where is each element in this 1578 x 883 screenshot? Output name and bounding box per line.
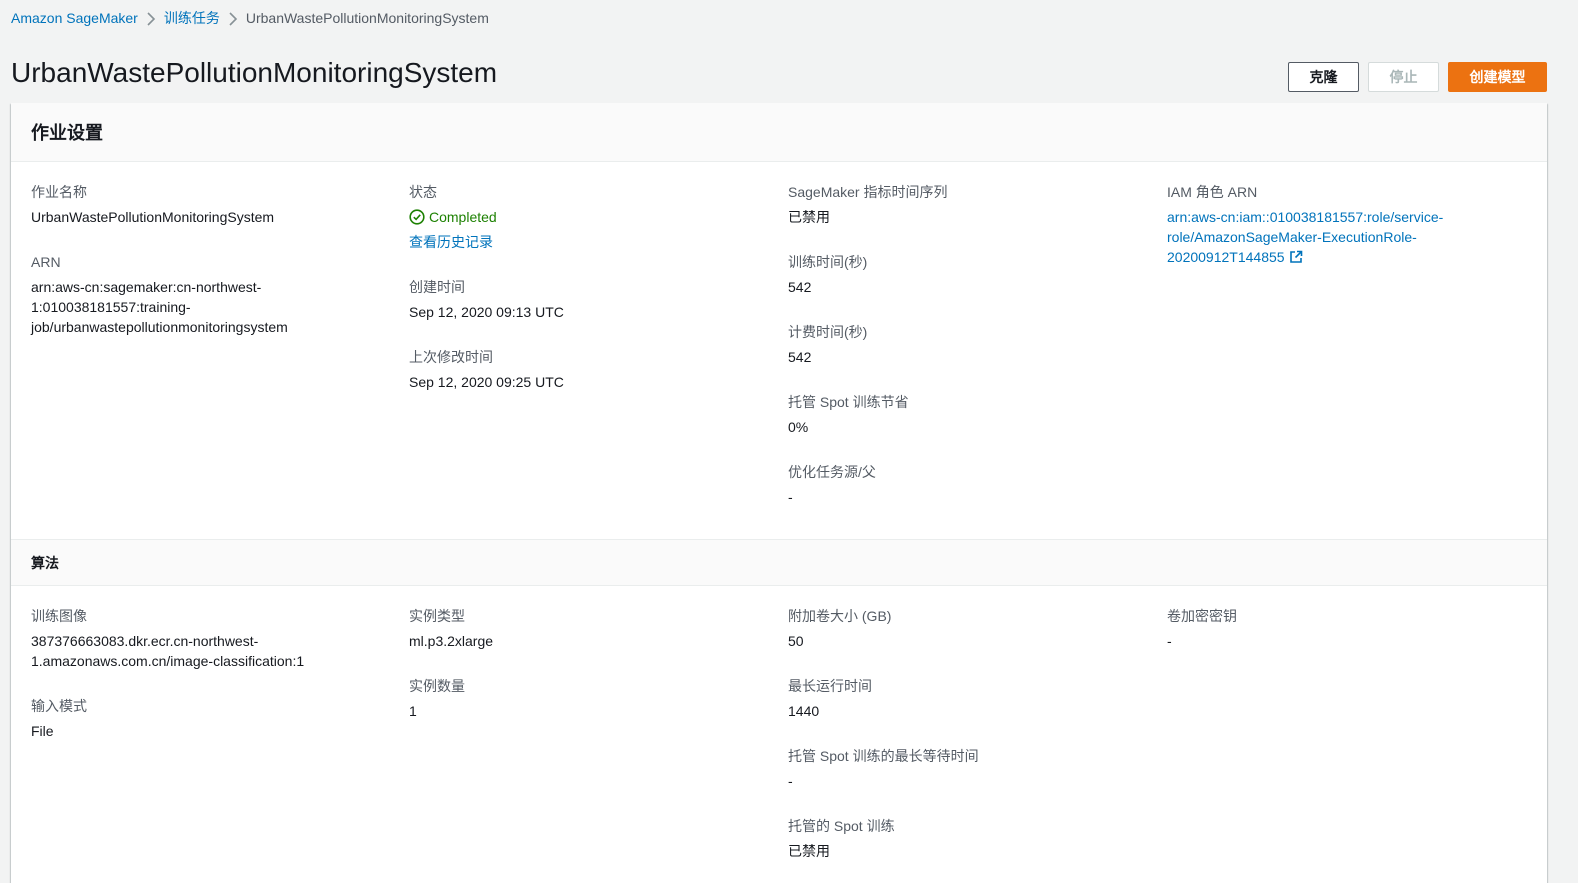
job-settings-column-3: SageMaker 指标时间序列 已禁用 训练时间(秒) 542 计费时间(秒)… — [788, 182, 1148, 507]
breadcrumb-current: UrbanWastePollutionMonitoringSystem — [245, 10, 489, 26]
arn-line: 1:010038181557:training- — [31, 299, 191, 315]
spot-savings-label: 托管 Spot 训练节省 — [788, 394, 909, 410]
status-label: 状态 — [409, 184, 437, 200]
breadcrumb-training-jobs-link[interactable]: 训练任务 — [164, 8, 220, 28]
training-image-line: 1.amazonaws.com.cn/image-classification:… — [31, 653, 305, 669]
spot-savings-value: 0% — [788, 419, 809, 435]
instance-count-label: 实例数量 — [409, 678, 465, 694]
iam-role-label: IAM 角色 ARN — [1167, 184, 1258, 200]
training-time-label: 训练时间(秒) — [788, 254, 868, 270]
input-mode-label: 输入模式 — [31, 698, 87, 714]
training-image-label: 训练图像 — [31, 608, 87, 624]
clone-button[interactable]: 克隆 — [1288, 62, 1359, 92]
instance-type-value: ml.p3.2xlarge — [409, 633, 494, 649]
check-circle-icon — [409, 209, 425, 225]
job-name-label: 作业名称 — [31, 184, 87, 200]
spot-training-value: 已禁用 — [788, 843, 830, 859]
iam-role-line: 20200912T144855 — [1167, 249, 1285, 265]
volume-size-value: 50 — [788, 633, 804, 649]
input-mode-value: File — [31, 723, 54, 739]
iam-role-line: role/AmazonSageMaker-ExecutionRole- — [1167, 229, 1417, 245]
training-time-value: 542 — [788, 279, 812, 295]
instance-type-label: 实例类型 — [409, 608, 465, 624]
algorithm-column-3: 附加卷大小 (GB) 50 最长运行时间 1440 托管 Spot 训练的最长等… — [788, 606, 1148, 861]
create-model-button[interactable]: 创建模型 — [1448, 62, 1547, 92]
arn-line: job/urbanwastepollutionmonitoringsystem — [31, 319, 288, 335]
iam-role-link[interactable]: arn:aws-cn:iam::010038181557:role/servic… — [1167, 207, 1527, 267]
job-name-value: UrbanWastePollutionMonitoringSystem — [31, 209, 275, 225]
billable-time-label: 计费时间(秒) — [788, 324, 868, 340]
algorithm-panel: 算法 训练图像 387376663083.dkr.ecr.cn-northwes… — [11, 539, 1547, 883]
arn-value: arn:aws-cn:sagemaker:cn-northwest- 1:010… — [31, 277, 391, 337]
chevron-right-icon — [220, 10, 246, 26]
status-value: Completed — [429, 209, 497, 225]
job-settings-header: 作业设置 — [11, 103, 1547, 162]
iam-role-line: arn:aws-cn:iam::010038181557:role/servic… — [1167, 209, 1444, 225]
breadcrumb-sagemaker-link[interactable]: Amazon SageMaker — [11, 10, 138, 26]
training-image-value: 387376663083.dkr.ecr.cn-northwest- 1.ama… — [31, 631, 391, 671]
view-history-link[interactable]: 查看历史记录 — [409, 234, 493, 250]
instance-count-value: 1 — [409, 703, 417, 719]
created-time-value: Sep 12, 2020 09:13 UTC — [409, 304, 564, 320]
job-settings-column-2: 状态 Completed 查看历史记录 创建时间 Sep 12, 2020 09… — [409, 182, 769, 392]
tuning-parent-value: - — [788, 489, 793, 505]
volume-size-label: 附加卷大小 (GB) — [788, 608, 892, 624]
tuning-parent-label: 优化任务源/父 — [788, 464, 876, 480]
metrics-label: SageMaker 指标时间序列 — [788, 184, 948, 200]
arn-line: arn:aws-cn:sagemaker:cn-northwest- — [31, 279, 262, 295]
job-settings-column-1: 作业名称 UrbanWastePollutionMonitoringSystem… — [31, 182, 391, 337]
spot-training-label: 托管的 Spot 训练 — [788, 818, 895, 834]
algorithm-column-2: 实例类型 ml.p3.2xlarge 实例数量 1 — [409, 606, 769, 721]
external-link-icon — [1289, 250, 1302, 263]
job-settings-column-4: IAM 角色 ARN arn:aws-cn:iam::010038181557:… — [1167, 182, 1527, 267]
max-runtime-value: 1440 — [788, 703, 820, 719]
algorithm-column-4: 卷加密密钥 - — [1167, 606, 1527, 651]
job-settings-panel: 作业设置 作业名称 UrbanWastePollutionMonitoringS… — [11, 103, 1547, 539]
stop-button: 停止 — [1368, 62, 1439, 92]
max-wait-value: - — [788, 773, 793, 789]
created-time-label: 创建时间 — [409, 279, 465, 295]
breadcrumb: Amazon SageMaker 训练任务 UrbanWastePollutio… — [11, 8, 489, 28]
arn-label: ARN — [31, 254, 61, 270]
volume-key-label: 卷加密密钥 — [1167, 608, 1237, 624]
page-title: UrbanWastePollutionMonitoringSystem — [11, 57, 498, 88]
modified-time-value: Sep 12, 2020 09:25 UTC — [409, 374, 564, 390]
algorithm-header: 算法 — [11, 540, 1547, 586]
training-image-line: 387376663083.dkr.ecr.cn-northwest- — [31, 633, 259, 649]
volume-key-value: - — [1167, 633, 1172, 649]
max-wait-label: 托管 Spot 训练的最长等待时间 — [788, 748, 979, 764]
status-badge: Completed — [409, 207, 769, 227]
modified-time-label: 上次修改时间 — [409, 349, 493, 365]
metrics-value: 已禁用 — [788, 209, 830, 225]
billable-time-value: 542 — [788, 349, 812, 365]
max-runtime-label: 最长运行时间 — [788, 678, 872, 694]
chevron-right-icon — [138, 10, 164, 26]
algorithm-column-1: 训练图像 387376663083.dkr.ecr.cn-northwest- … — [31, 606, 391, 741]
